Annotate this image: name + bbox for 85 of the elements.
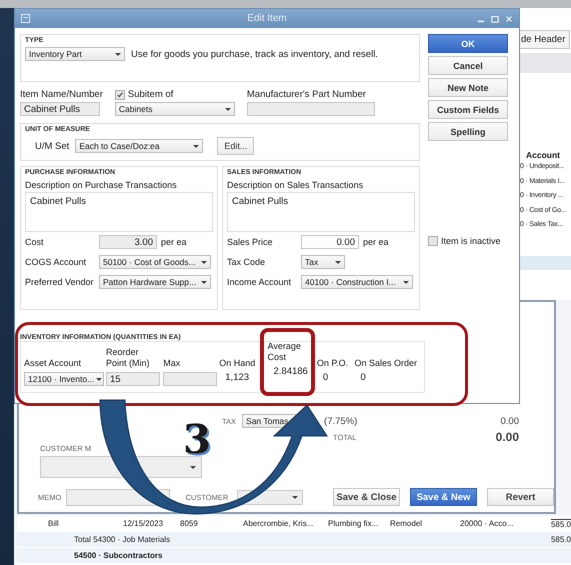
- field-label: Description on Sales Transactions: [227, 180, 364, 190]
- total-label: Total 54300 · Job Materials: [74, 535, 170, 544]
- field-label: Manufacturer's Part Number: [246, 89, 367, 100]
- quantity-value: 2.84186: [272, 366, 308, 379]
- window-menu-icon[interactable]: [21, 14, 30, 23]
- column-label: Average Cost: [267, 341, 302, 363]
- amount-field[interactable]: 0.00: [301, 235, 359, 249]
- field-label: Cost: [25, 237, 45, 247]
- quantity-field[interactable]: [163, 372, 218, 386]
- dropdown-field[interactable]: Patton Hardware Supp...: [99, 275, 211, 289]
- table-cell-text: Bill: [48, 519, 60, 528]
- total-amount: 585.0: [550, 535, 571, 544]
- caret-icon: [190, 466, 196, 468]
- caret-icon: [201, 260, 207, 264]
- column-label: On Hand: [219, 358, 256, 369]
- field-label: COGS Account: [25, 257, 88, 267]
- unit-set-dropdown[interactable]: Each to Case/Doz:ea: [75, 139, 204, 153]
- field-label: Description on Purchase Transactions: [25, 180, 178, 190]
- form-button[interactable]: Save & New: [410, 488, 477, 506]
- dropdown-field[interactable]: 40100 · Construction I...: [301, 275, 413, 289]
- type-dropdown[interactable]: Inventory Part: [25, 47, 125, 61]
- column-label: Asset Account: [24, 358, 82, 369]
- form-button[interactable]: Revert: [487, 488, 554, 506]
- dialog-button[interactable]: Custom Fields: [428, 100, 508, 119]
- table-cell: 585.0: [550, 518, 571, 528]
- field-label: Tax Code: [227, 257, 266, 267]
- checkbox[interactable]: [114, 90, 125, 100]
- header-button[interactable]: de Header: [518, 30, 570, 49]
- window-title: Edit Item: [246, 13, 288, 24]
- unit-label: per ea: [363, 237, 389, 247]
- quantity-value: 1,123: [224, 372, 250, 385]
- field-label: Preferred Vendor: [25, 277, 95, 287]
- edit-button[interactable]: Edit...: [217, 137, 254, 155]
- table-cell-text: Abercrombie, Kris...: [243, 519, 314, 528]
- unit-label: per ea: [161, 237, 187, 247]
- part-number-field[interactable]: [246, 102, 375, 116]
- amount-field[interactable]: 3.00: [99, 235, 157, 249]
- table-cell-text: 12/15/2023: [123, 519, 164, 528]
- table-cell-text: Plumbing fix...: [328, 519, 380, 528]
- item-name-field[interactable]: Cabinet Pulls: [20, 102, 100, 116]
- field-label: U/M Set: [35, 140, 70, 152]
- caret-icon: [96, 378, 102, 380]
- dialog-button[interactable]: Spelling: [428, 122, 508, 141]
- caret-icon: [335, 260, 341, 264]
- caret-icon: [115, 52, 121, 56]
- table-cell-text: Remodel: [390, 519, 424, 528]
- checkbox-label: Item is inactive: [441, 236, 501, 246]
- caret-icon: [193, 144, 200, 148]
- close-icon[interactable]: [505, 14, 513, 22]
- caret-icon: [201, 280, 207, 284]
- caret-icon: [224, 108, 231, 110]
- field-label: Income Account: [227, 277, 292, 287]
- tax-code-dropdown[interactable]: Tax: [301, 255, 345, 269]
- caret-icon: [403, 280, 409, 284]
- dialog-button[interactable]: New Note: [428, 78, 508, 97]
- caret-icon: [292, 496, 298, 498]
- asset-account-dropdown[interactable]: 12100 · Invento...: [24, 372, 104, 386]
- dialog-button[interactable]: OK: [428, 34, 508, 53]
- table-cell-text: 8059: [180, 519, 199, 528]
- form-button[interactable]: Save & Close: [333, 488, 400, 506]
- account-heading: 54500 · Subcontractors: [74, 551, 162, 560]
- dropdown-field[interactable]: 50100 · Cost of Goods...: [99, 255, 211, 269]
- column-header: Account: [526, 150, 561, 160]
- field-label: Item Name/Number: [20, 89, 103, 100]
- column-label: Max: [163, 358, 182, 369]
- column-label: On P.O.: [316, 358, 350, 369]
- type-description: Use for goods you purchase, track as inventory, and resell.: [131, 48, 378, 60]
- tax-amount: 0.00: [500, 416, 519, 426]
- quantity-value: 0: [322, 372, 330, 385]
- checkbox-label: Subitem of: [128, 89, 174, 100]
- table-cell-text: 20000 · Acco...: [460, 519, 514, 528]
- checkbox[interactable]: [428, 236, 438, 246]
- column-label: Reorder Point (Min): [106, 347, 151, 369]
- parent-item-dropdown[interactable]: Cabinets: [114, 102, 235, 116]
- total-amount: 0.00: [496, 430, 519, 444]
- quantity-value: 0: [359, 372, 367, 385]
- dialog-button[interactable]: Cancel: [428, 56, 508, 75]
- description-field[interactable]: Cabinet Pulls: [227, 192, 415, 232]
- maximize-icon[interactable]: [491, 14, 499, 22]
- description-field[interactable]: Cabinet Pulls: [25, 192, 213, 232]
- field-label: Sales Price: [227, 237, 274, 247]
- tax-rate: (7.75%): [324, 416, 358, 426]
- column-label: On Sales Order: [354, 358, 418, 369]
- step-number: 3: [183, 420, 211, 460]
- quantity-field[interactable]: 15: [106, 372, 160, 386]
